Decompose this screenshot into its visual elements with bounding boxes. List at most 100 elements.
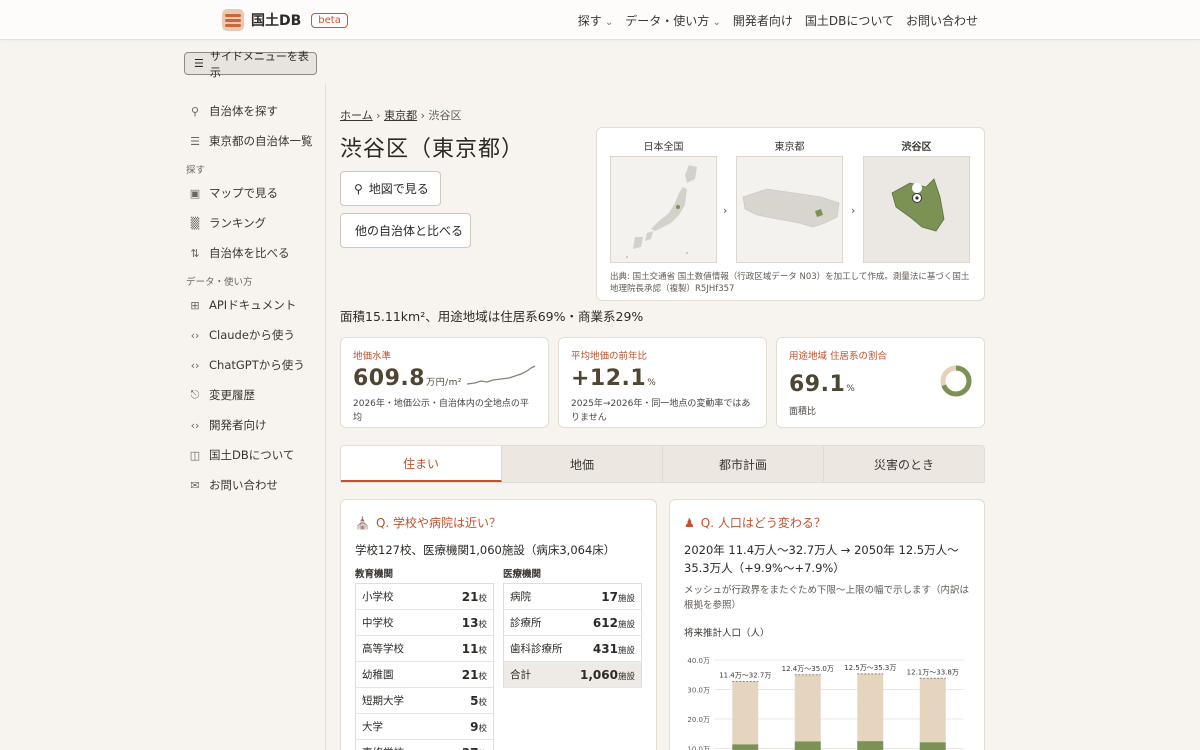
map-source-note: 出典: 国土交通省 国土数値情報（行政区域データ N03）を加工して作成。測量法…: [610, 272, 970, 294]
page-title: 渋谷区（東京都）: [340, 137, 525, 162]
tab-city-planning[interactable]: 都市計画: [663, 446, 824, 482]
nav-developers[interactable]: 開発者向け: [733, 12, 793, 29]
nav-contact[interactable]: お問い合わせ: [906, 12, 978, 29]
stat-note: 2025年→2026年・同一地点の変動率ではありません: [571, 399, 751, 423]
top-header: 国土DB beta 探す データ・使い方 開発者向け 国土DBについて お問い合…: [0, 0, 1200, 40]
bar-upper-range: [794, 674, 821, 742]
facility-count: 431施設: [571, 635, 642, 662]
bar-lower: [794, 741, 821, 750]
trend-sparkline: [466, 365, 536, 385]
sidebar-item-compare[interactable]: ⇅ 自治体を比べる: [184, 238, 324, 268]
sidebar-item-contact[interactable]: ✉ お問い合わせ: [184, 470, 324, 500]
code-icon: ‹›: [190, 418, 200, 432]
sidebar-item-label: Claudeから使う: [209, 328, 295, 342]
population-chart: 10.0万 20.0万 30.0万 40.0万 11.4万〜32.7万 12.4万〜35.…: [687, 657, 964, 750]
tab-housing[interactable]: 住まい: [341, 446, 502, 482]
map-icon: ▣: [189, 186, 201, 200]
view-map-button[interactable]: ⚲ 地図で見る: [340, 171, 441, 206]
table-row: 病院 17施設: [503, 583, 642, 610]
sidebar-item-tokyo-list[interactable]: ☰ 東京都の自治体一覧: [184, 126, 324, 156]
search-icon: ⚲: [190, 104, 200, 118]
nav-data-usage[interactable]: データ・使い方: [625, 12, 721, 29]
population-card: ♟ Q. 人口はどう変わる？ 2020年 11.4万人〜32.7万人 → 205…: [669, 499, 985, 750]
bar-lower: [732, 744, 759, 750]
hamburger-icon: ☰: [194, 57, 204, 70]
japan-map-image: [610, 156, 717, 263]
area-summary: 面積15.11km²、用途地域は住居系69%・商業系29%: [340, 309, 644, 324]
sidebar-item-label: 開発者向け: [209, 418, 267, 432]
sidebar-item-map[interactable]: ▣ マップで見る: [184, 178, 324, 208]
facility-count: 21校: [437, 661, 494, 688]
sidebar-item-label: マップで見る: [209, 186, 278, 200]
code-icon: ‹›: [190, 328, 200, 342]
mail-icon: ✉: [190, 478, 200, 492]
view-map-label: 地図で見る: [368, 182, 429, 196]
logo-icon: [222, 9, 244, 31]
sidebar-toggle-label: サイドメニューを表示: [209, 49, 309, 79]
map-label-tokyo: 東京都: [774, 142, 805, 153]
y-tick-label: 20.0万: [687, 716, 710, 724]
breadcrumb-pref[interactable]: 東京都: [384, 109, 417, 122]
stat-label: 平均地価の前年比: [571, 351, 648, 362]
table-row: 中学校 13校: [355, 609, 494, 636]
population-note: メッシュが行政界をまたぐため下限〜上限の幅で示します（内訳は根拠を参照）: [684, 585, 970, 611]
tab-disaster[interactable]: 災害のとき: [824, 446, 984, 482]
logo[interactable]: 国土DB beta: [222, 9, 348, 31]
sidebar-item-label: ChatGPTから使う: [209, 358, 305, 372]
sidebar-item-find[interactable]: ⚲ 自治体を探す: [184, 96, 324, 126]
sidebar-item-chatgpt[interactable]: ‹› ChatGPTから使う: [184, 350, 324, 380]
facilities-answer: 学校127校、医療機関1,060施設（病床3,064床）: [355, 543, 616, 557]
facility-name: 大学: [355, 713, 438, 740]
facility-name: 小学校: [355, 583, 438, 610]
tokyo-map-image: [736, 156, 843, 263]
facility-count: 13校: [437, 609, 494, 636]
facility-count: 37校: [437, 739, 494, 750]
table-row: 専修学校37校: [355, 739, 494, 750]
sidebar-item-claude[interactable]: ‹› Claudeから使う: [184, 320, 324, 350]
sidebar: ⚲ 自治体を探す ☰ 東京都の自治体一覧 探す ▣ マップで見る ▒ ランキング ⇅ 自治…: [184, 96, 324, 500]
people-icon: ♟: [684, 515, 695, 530]
y-tick-label: 10.0万: [687, 746, 710, 750]
nav-about[interactable]: 国土DBについて: [805, 12, 894, 29]
sidebar-item-api[interactable]: ⊞ APIドキュメント: [184, 290, 324, 320]
map-japan[interactable]: 日本全国: [610, 138, 717, 263]
facilities-question: ⛪ Q. 学校や病院は近い？: [355, 515, 502, 531]
table-row: 合計 1,060施設: [503, 661, 642, 688]
facility-count: 612施設: [571, 609, 642, 636]
ratio-donut: [940, 365, 972, 397]
pin-icon: ⚲: [354, 181, 363, 196]
facility-count: 17施設: [571, 583, 642, 610]
code-icon: ‹›: [190, 358, 200, 372]
stat-note: 面積比: [789, 407, 817, 417]
shibuya-map-image: [863, 156, 970, 263]
table-row: 幼稚園 21校: [355, 661, 494, 688]
sidebar-item-about[interactable]: ◫ 国土DBについて: [184, 440, 324, 470]
sidebar-item-label: 東京都の自治体一覧: [209, 134, 313, 148]
logo-text: 国土DB: [251, 13, 302, 29]
tab-land-price[interactable]: 地価: [502, 446, 663, 482]
nav-search[interactable]: 探す: [578, 12, 614, 29]
breadcrumb-current: 渋谷区: [428, 109, 462, 122]
stat-note: 2026年・地価公示・自治体内の全地点の平均: [353, 399, 529, 423]
bar-data-label: 12.4万〜35.0万: [782, 665, 834, 673]
book-icon: ◫: [189, 448, 201, 462]
stat-label: 地価水準: [353, 351, 392, 362]
stat-card-land-price: 地価水準 609.8万円/m² 2026年・地価公示・自治体内の全地点の平均: [340, 337, 549, 428]
sidebar-item-developers[interactable]: ‹› 開発者向け: [184, 410, 324, 440]
main-nav: 探す データ・使い方 開発者向け 国土DBについて お問い合わせ: [578, 12, 978, 29]
map-shibuya[interactable]: 渋谷区: [863, 138, 970, 263]
medical-table: 病院 17施設 診療所 612施設 歯科診療所 431施設 合計 1,060施設: [503, 583, 642, 688]
bar-data-label: 12.5万〜35.3万: [844, 664, 896, 672]
table-row: 歯科診療所 431施設: [503, 635, 642, 662]
population-answer: 2020年 11.4万人〜32.7万人 → 2050年 12.5万人〜35.3万…: [684, 543, 959, 575]
map-tokyo[interactable]: 東京都: [736, 138, 843, 263]
sidebar-item-changelog[interactable]: ⎋ 変更履歴: [184, 380, 324, 410]
table-row: 短期大学 5校: [355, 687, 494, 714]
sidebar-item-ranking[interactable]: ▒ ランキング: [184, 208, 324, 238]
sidebar-toggle-button[interactable]: ☰ サイドメニューを表示: [184, 50, 317, 79]
breadcrumb-home[interactable]: ホーム: [340, 109, 373, 122]
sidebar-item-label: ランキング: [209, 216, 267, 230]
compare-button[interactable]: 他の自治体と比べる: [340, 213, 471, 248]
table-row: 大学 9校: [355, 713, 494, 740]
facility-name: 短期大学: [355, 687, 438, 714]
